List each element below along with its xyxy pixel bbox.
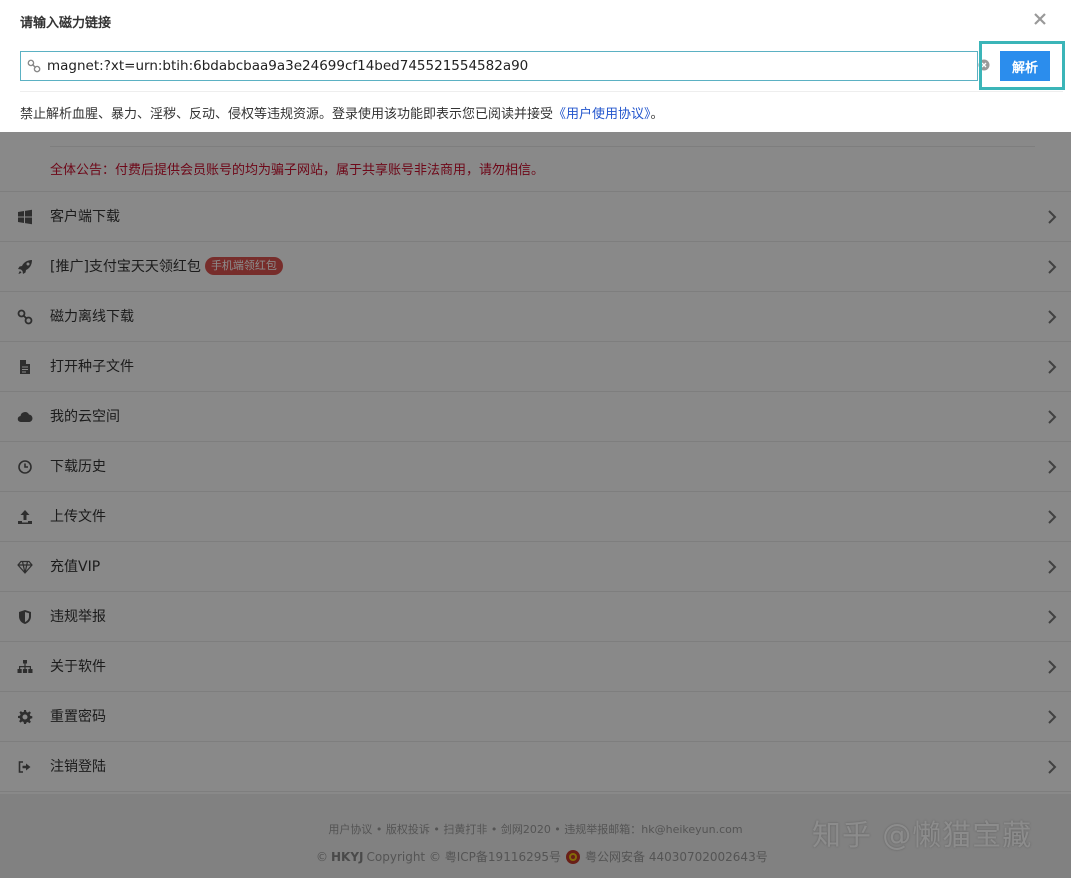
link-icon [27, 59, 41, 73]
parse-button[interactable]: 解析 [1000, 51, 1050, 81]
disclaimer-prefix: 禁止解析血腥、暴力、淫秽、反动、侵权等违规资源。登录使用该功能即表示您已阅读并接… [20, 107, 554, 122]
magnet-link-input[interactable] [47, 52, 967, 80]
dialog-title: 请输入磁力链接 [20, 16, 112, 31]
user-agreement-link[interactable]: 《用户使用协议》 [553, 107, 651, 122]
magnet-input-wrapper [20, 51, 978, 81]
magnet-link-dialog: 请输入磁力链接 解析 禁止解析血腥、暴力、淫秽、反动、侵权等违规资源。登录使用该… [0, 0, 1071, 132]
dialog-divider [20, 91, 1063, 92]
disclaimer-suffix: 。 [650, 107, 664, 122]
disclaimer-text: 禁止解析血腥、暴力、淫秽、反动、侵权等违规资源。登录使用该功能即表示您已阅读并接… [20, 103, 664, 122]
close-icon[interactable] [1033, 12, 1047, 26]
